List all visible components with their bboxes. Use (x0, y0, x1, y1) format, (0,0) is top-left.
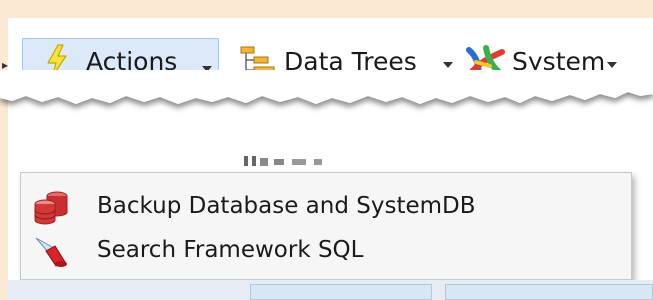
menu-item-label: Search Framework SQL (97, 237, 364, 263)
flashlight-icon (35, 237, 67, 267)
actions-dropdown-menu: Backup Database and SystemDB Search Fram… (20, 172, 632, 280)
obscured-text-fragment (244, 156, 322, 166)
data-trees-dropdown-arrow-icon[interactable] (443, 62, 453, 68)
database-stack-icon (34, 191, 68, 225)
menu-item-search-framework-sql[interactable]: Search Framework SQL (21, 229, 631, 273)
menu-item-label: Backup Database and SystemDB (97, 193, 476, 219)
background-panel (445, 284, 653, 300)
torn-edge-separator (0, 70, 653, 104)
system-dropdown-arrow-icon[interactable] (607, 62, 617, 68)
menu-item-backup-database[interactable]: Backup Database and SystemDB (21, 185, 631, 229)
background-panel (250, 284, 432, 300)
